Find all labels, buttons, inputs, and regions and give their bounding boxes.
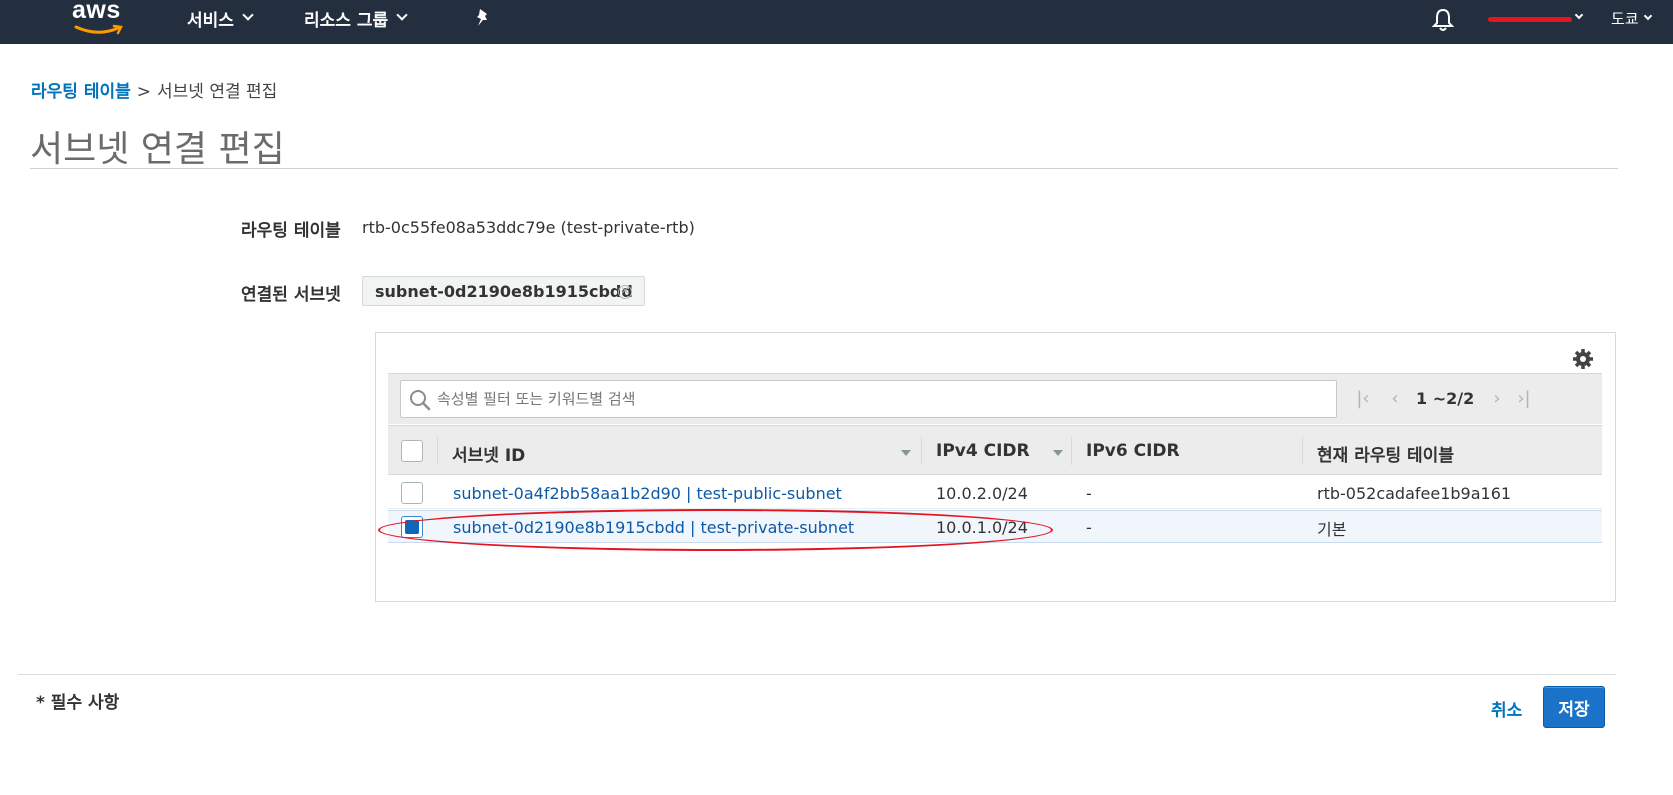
search-input[interactable]: [437, 387, 1317, 411]
remove-token-icon[interactable]: ✕: [618, 285, 632, 299]
breadcrumb-current: 서브넷 연결 편집: [157, 82, 278, 102]
column-header-ipv6-cidr[interactable]: IPv6 CIDR: [1086, 441, 1180, 461]
bell-icon[interactable]: [1432, 8, 1454, 32]
route-table-value: rtb-0c55fe08a53ddc79e (test-private-rtb): [362, 218, 695, 237]
search-icon: [410, 390, 431, 411]
column-divider: [1302, 437, 1303, 465]
associated-subnets-label: 연결된 서브넷: [241, 285, 341, 305]
select-all-checkbox[interactable]: [401, 440, 423, 462]
previous-page-icon[interactable]: ‹: [1386, 388, 1404, 410]
search-box[interactable]: [400, 380, 1337, 418]
chevron-down-icon: [1643, 11, 1652, 20]
aws-smile-icon: [74, 24, 123, 35]
ipv4-cidr-cell: 10.0.2.0/24: [936, 484, 1028, 503]
row-checkbox[interactable]: [401, 482, 423, 504]
cancel-button[interactable]: 취소: [1491, 696, 1522, 721]
ipv6-cidr-cell: -: [1086, 518, 1092, 537]
subnet-link[interactable]: subnet-0d2190e8b1915cbdd | test-private-…: [453, 518, 854, 537]
column-header-current-route-table[interactable]: 현재 라우팅 테이블: [1317, 441, 1454, 466]
ipv6-cidr-cell: -: [1086, 484, 1092, 503]
next-page-icon[interactable]: ›: [1488, 388, 1506, 410]
column-header-ipv4-cidr[interactable]: IPv4 CIDR: [936, 441, 1030, 461]
aws-logo-text: aws: [72, 0, 121, 24]
first-page-icon[interactable]: |‹: [1354, 388, 1372, 410]
top-nav-bar: aws 서비스 리소스 그룹 도쿄: [0, 0, 1673, 44]
sort-caret-icon[interactable]: [1053, 450, 1063, 456]
ipv4-cidr-cell: 10.0.1.0/24: [936, 518, 1028, 537]
page-title: 서브넷 연결 편집: [30, 129, 285, 170]
route-table-cell: 기본: [1317, 520, 1347, 539]
region-menu[interactable]: 도쿄: [1611, 8, 1652, 29]
route-table-cell: rtb-052cadafee1b9a161: [1317, 484, 1512, 503]
save-button[interactable]: 저장: [1543, 686, 1605, 728]
column-divider: [437, 437, 438, 465]
resource-groups-label: 리소스 그룹: [304, 10, 389, 31]
subnet-link[interactable]: subnet-0a4f2bb58aa1b2d90 | test-public-s…: [453, 484, 842, 503]
aws-logo[interactable]: aws: [72, 0, 128, 40]
column-divider: [921, 437, 922, 465]
services-menu[interactable]: 서비스: [187, 6, 254, 31]
column-header-subnet-id[interactable]: 서브넷 ID: [452, 441, 525, 466]
sort-caret-icon[interactable]: [901, 450, 911, 456]
redacted-account-name: [1488, 17, 1572, 22]
breadcrumb-separator: >: [136, 82, 152, 102]
chevron-down-icon: [1574, 10, 1584, 20]
breadcrumb-route-tables-link[interactable]: 라우팅 테이블: [31, 82, 131, 102]
chevron-down-icon: [396, 9, 408, 21]
resource-groups-menu[interactable]: 리소스 그룹: [304, 6, 408, 31]
title-divider: [30, 168, 1618, 169]
services-label: 서비스: [187, 10, 234, 31]
pin-icon[interactable]: [474, 8, 492, 28]
column-divider: [1071, 437, 1072, 465]
breadcrumb: 라우팅 테이블 > 서브넷 연결 편집: [31, 77, 277, 102]
footer-divider: [18, 674, 1616, 675]
chevron-down-icon: [242, 9, 254, 21]
gear-icon[interactable]: [1572, 348, 1594, 370]
associated-subnet-token: subnet-0d2190e8b1915cbdd ✕: [362, 276, 645, 306]
page-range: 1 ~2/2: [1416, 389, 1475, 408]
associated-subnet-token-text: subnet-0d2190e8b1915cbdd: [375, 281, 633, 301]
account-menu[interactable]: [1488, 10, 1588, 28]
required-note: * 필수 사항: [36, 693, 120, 713]
last-page-icon[interactable]: ›|: [1515, 388, 1533, 410]
region-label: 도쿄: [1611, 10, 1639, 28]
row-checkbox-checked[interactable]: [401, 516, 423, 538]
route-table-label: 라우팅 테이블: [241, 221, 341, 241]
